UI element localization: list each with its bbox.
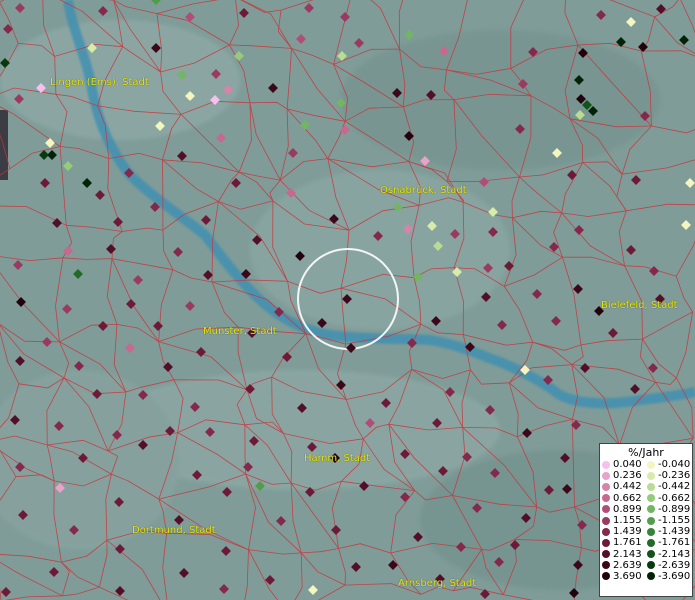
legend-positive-value: 1.155: [613, 515, 642, 527]
dark-edge: [0, 110, 8, 180]
legend-positive-column: 0.040 0.236 0.442 0.662 0.899 1.155 1.439 1.761…: [602, 459, 647, 582]
legend-positive-entry: 0.662: [602, 493, 647, 504]
legend-negative-value: -2.143: [658, 548, 691, 560]
legend-negative-value: -1.761: [658, 537, 691, 549]
legend-negative-entry: -0.662: [647, 493, 692, 504]
legend-negative-value: -0.442: [658, 481, 691, 493]
city-label-muenster: Münster, Stadt: [203, 326, 277, 337]
legend-negative-value: -1.439: [658, 526, 691, 538]
legend-negative-swatch-icon: [647, 550, 655, 559]
legend-negative-value: -0.662: [658, 492, 691, 504]
legend-negative-swatch-icon: [647, 494, 655, 503]
legend-negative-entry: -1.761: [647, 537, 692, 548]
legend-negative-column: -0.040 -0.236 -0.442 -0.662 -0.899 -1.155 -1.4…: [647, 459, 692, 582]
legend-negative-swatch-icon: [647, 572, 655, 581]
legend-positive-value: 0.040: [613, 459, 642, 471]
legend-negative-entry: -0.040: [647, 459, 692, 470]
legend-positive-value: 0.662: [613, 492, 642, 504]
city-label-lingen: Lingen (Ems), Stadt: [50, 77, 149, 88]
legend-negative-swatch-icon: [647, 460, 655, 469]
legend-positive-entry: 0.442: [602, 481, 647, 492]
legend-positive-swatch-icon: [602, 538, 610, 547]
legend-positive-entry: 1.155: [602, 515, 647, 526]
legend-negative-value: -0.236: [658, 470, 691, 482]
city-label-hamm: Hamm, Stadt: [304, 453, 371, 464]
legend-positive-swatch-icon: [602, 482, 610, 491]
legend-positive-swatch-icon: [602, 550, 610, 559]
legend-negative-entry: -3.690: [647, 571, 692, 582]
legend-positive-value: 3.690: [613, 570, 642, 582]
legend-positive-value: 2.639: [613, 559, 642, 571]
legend-positive-entry: 0.040: [602, 459, 647, 470]
legend-negative-entry: -0.442: [647, 481, 692, 492]
legend-positive-entry: 2.639: [602, 560, 647, 571]
legend-positive-swatch-icon: [602, 561, 610, 570]
legend-negative-swatch-icon: [647, 538, 655, 547]
legend-negative-value: -0.040: [658, 459, 691, 471]
map-canvas[interactable]: [0, 0, 695, 600]
legend-negative-swatch-icon: [647, 561, 655, 570]
legend-negative-entry: -2.143: [647, 549, 692, 560]
legend-negative-swatch-icon: [647, 527, 655, 536]
legend-positive-swatch-icon: [602, 505, 610, 514]
legend: %/Jahr 0.040 0.236 0.442 0.662 0.899 1.155 1.4…: [599, 443, 693, 597]
legend-negative-swatch-icon: [647, 482, 655, 491]
legend-positive-entry: 0.236: [602, 470, 647, 481]
legend-negative-value: -3.690: [658, 570, 691, 582]
legend-positive-swatch-icon: [602, 527, 610, 536]
legend-negative-swatch-icon: [647, 471, 655, 480]
legend-negative-value: -1.155: [658, 515, 691, 527]
legend-negative-value: -2.639: [658, 559, 691, 571]
legend-negative-entry: -0.236: [647, 470, 692, 481]
legend-positive-value: 1.761: [613, 537, 642, 549]
legend-positive-swatch-icon: [602, 572, 610, 581]
city-label-arnsberg: Arnsberg, Stadt: [398, 578, 477, 589]
city-label-bielefeld: Bielefeld, Stadt: [601, 300, 678, 311]
legend-positive-swatch-icon: [602, 471, 610, 480]
legend-positive-entry: 1.439: [602, 526, 647, 537]
legend-negative-swatch-icon: [647, 516, 655, 525]
legend-positive-entry: 3.690: [602, 571, 647, 582]
legend-positive-value: 2.143: [613, 548, 642, 560]
legend-title: %/Jahr: [628, 446, 664, 459]
legend-positive-swatch-icon: [602, 516, 610, 525]
legend-negative-entry: -1.155: [647, 515, 692, 526]
legend-positive-value: 0.899: [613, 503, 642, 515]
legend-negative-entry: -0.899: [647, 504, 692, 515]
legend-positive-entry: 1.761: [602, 537, 647, 548]
legend-negative-value: -0.899: [658, 503, 691, 515]
legend-negative-entry: -2.639: [647, 560, 692, 571]
legend-positive-swatch-icon: [602, 460, 610, 469]
legend-positive-swatch-icon: [602, 494, 610, 503]
city-label-osnabrueck: Osnabrück, Stadt: [380, 185, 467, 196]
legend-positive-value: 0.236: [613, 470, 642, 482]
legend-negative-entry: -1.439: [647, 526, 692, 537]
legend-negative-swatch-icon: [647, 505, 655, 514]
city-label-dortmund: Dortmund, Stadt: [132, 525, 216, 536]
legend-positive-value: 1.439: [613, 526, 642, 538]
legend-positive-entry: 2.143: [602, 549, 647, 560]
legend-positive-value: 0.442: [613, 481, 642, 493]
legend-positive-entry: 0.899: [602, 504, 647, 515]
